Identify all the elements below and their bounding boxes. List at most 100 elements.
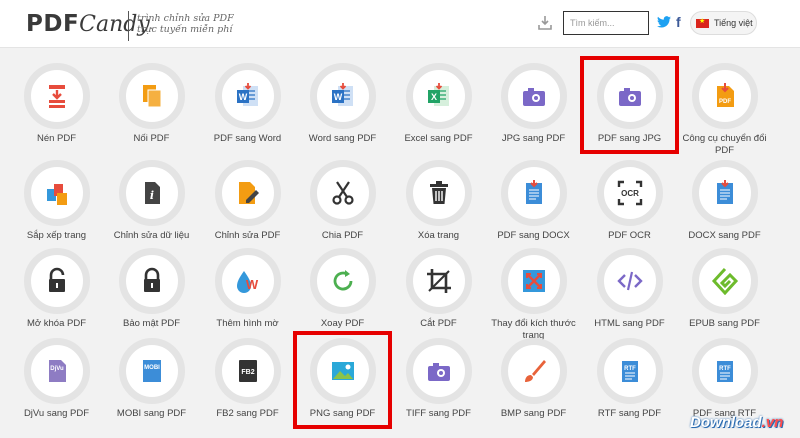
tool-label[interactable]: Công cụ chuyển đổi PDF [677,133,772,157]
tool-them-hinh-mo[interactable]: Thêm hình mờ [200,248,295,330]
tool-label[interactable]: Xóa trang [391,230,486,242]
tool-icon-circle[interactable] [118,63,185,129]
tool-chinh-sua-du-lieu[interactable]: Chỉnh sửa dữ liệu [104,160,199,242]
tool-icon-circle[interactable] [596,248,663,314]
tool-nen-pdf[interactable]: Nén PDF [9,63,104,145]
tool-icon-circle[interactable] [118,248,185,314]
tool-icon-circle[interactable] [500,338,567,404]
tool-label[interactable]: Excel sang PDF [391,133,486,145]
tool-icon-circle[interactable] [23,63,90,129]
tool-mobi-sang-pdf[interactable]: MOBI sang PDF [104,338,199,420]
tool-icon-circle[interactable] [500,160,567,226]
language-selector[interactable]: Tiếng việt [690,11,757,35]
pdfcandy-logo[interactable]: PDF Candy [26,9,150,41]
tool-label[interactable]: Nối PDF [104,133,199,145]
tool-icon-circle[interactable] [691,248,758,314]
logo-divider [128,11,129,41]
tool-label[interactable]: BMP sang PDF [486,408,581,420]
tool-icon-circle[interactable] [214,248,281,314]
tool-label[interactable]: PDF OCR [582,230,677,242]
tool-pdf-sang-docx[interactable]: PDF sang DOCX [486,160,581,242]
tool-xoay-pdf[interactable]: Xoay PDF [295,248,390,330]
download-icon[interactable] [537,15,553,31]
tool-icon-circle[interactable] [691,63,758,129]
tool-html-sang-pdf[interactable]: HTML sang PDF [582,248,677,330]
tool-icon-circle[interactable] [500,248,567,314]
tool-mo-khoa-pdf[interactable]: Mở khóa PDF [9,248,104,330]
tool-icon-circle[interactable] [405,338,472,404]
tool-icon-circle[interactable] [405,160,472,226]
tool-fb2-sang-pdf[interactable]: FB2 sang PDF [200,338,295,420]
tool-icon-circle[interactable] [118,338,185,404]
tool-label[interactable]: Xoay PDF [295,318,390,330]
tool-label[interactable]: Bảo mật PDF [104,318,199,330]
tool-icon-circle[interactable] [214,63,281,129]
facebook-icon[interactable]: f [676,14,681,30]
tool-pdf-ocr[interactable]: PDF OCR [582,160,677,242]
tool-bao-mat-pdf[interactable]: Bảo mật PDF [104,248,199,330]
tool-xoa-trang[interactable]: Xóa trang [391,160,486,242]
tool-label[interactable]: Thêm hình mờ [200,318,295,330]
tool-label[interactable]: Word sang PDF [295,133,390,145]
tool-icon-circle[interactable] [309,248,376,314]
tool-label[interactable]: Mở khóa PDF [9,318,104,330]
tool-label[interactable]: TIFF sang PDF [391,408,486,420]
tool-label[interactable]: Sắp xếp trang [9,230,104,242]
tool-djvu-sang-pdf[interactable]: DjVu sang PDF [9,338,104,420]
highlight-box [293,331,392,429]
tool-label[interactable]: HTML sang PDF [582,318,677,330]
tool-label[interactable]: Nén PDF [9,133,104,145]
tool-label[interactable]: Chỉnh sửa dữ liệu [104,230,199,242]
tool-icon-circle[interactable] [214,160,281,226]
tool-noi-pdf[interactable]: Nối PDF [104,63,199,145]
tool-icon-circle[interactable] [23,338,90,404]
tool-label[interactable]: EPUB sang PDF [677,318,772,330]
tool-icon-circle[interactable] [596,338,663,404]
tool-icon-circle[interactable] [405,248,472,314]
twitter-icon[interactable] [657,16,671,28]
tool-icon-circle[interactable] [214,338,281,404]
tool-label[interactable]: Cắt PDF [391,318,486,330]
tool-chia-pdf[interactable]: Chia PDF [295,160,390,242]
tool-icon-circle[interactable] [118,160,185,226]
tool-pdf-sang-rtf[interactable]: PDF sang RTF [677,338,772,420]
tool-icon-circle[interactable] [309,160,376,226]
tool-tiff-sang-pdf[interactable]: TIFF sang PDF [391,338,486,420]
tool-icon-circle[interactable] [405,63,472,129]
tagline-line1: trình chỉnh sửa PDF [137,13,234,24]
tool-icon-circle[interactable] [691,160,758,226]
tool-pdf-sang-word[interactable]: PDF sang Word [200,63,295,145]
tool-cat-pdf[interactable]: Cắt PDF [391,248,486,330]
tool-label[interactable]: JPG sang PDF [486,133,581,145]
search-input[interactable] [563,11,649,35]
tool-epub-sang-pdf[interactable]: EPUB sang PDF [677,248,772,330]
tool-rtf-sang-pdf[interactable]: RTF sang PDF [582,338,677,420]
tool-excel-sang-pdf[interactable]: Excel sang PDF [391,63,486,145]
tool-icon-circle[interactable] [309,63,376,129]
tool-word-sang-pdf[interactable]: Word sang PDF [295,63,390,145]
scissors-icon [329,179,357,207]
tool-jpg-sang-pdf[interactable]: JPG sang PDF [486,63,581,145]
tool-icon-circle[interactable] [23,248,90,314]
lock-icon [138,267,166,295]
tool-label[interactable]: PDF sang DOCX [486,230,581,242]
tool-label[interactable]: MOBI sang PDF [104,408,199,420]
tool-icon-circle[interactable] [691,338,758,404]
tool-label[interactable]: RTF sang PDF [582,408,677,420]
tool-label[interactable]: DjVu sang PDF [9,408,104,420]
tool-label[interactable]: DOCX sang PDF [677,230,772,242]
tool-icon-circle[interactable] [23,160,90,226]
tool-label[interactable]: PDF sang Word [200,133,295,145]
tool-thay-doi-kich-thuoc-trang[interactable]: Thay đổi kích thước trang [486,248,581,342]
fb2-icon [234,357,262,385]
tool-icon-circle[interactable] [596,160,663,226]
tool-label[interactable]: Chia PDF [295,230,390,242]
tool-cong-cu-chuyen-doi-pdf[interactable]: Công cụ chuyển đổi PDF [677,63,772,157]
tool-sap-xep-trang[interactable]: Sắp xếp trang [9,160,104,242]
tool-chinh-sua-pdf[interactable]: Chỉnh sửa PDF [200,160,295,242]
tool-icon-circle[interactable] [500,63,567,129]
tool-label[interactable]: Chỉnh sửa PDF [200,230,295,242]
tool-label[interactable]: FB2 sang PDF [200,408,295,420]
tool-bmp-sang-pdf[interactable]: BMP sang PDF [486,338,581,420]
tool-docx-sang-pdf[interactable]: DOCX sang PDF [677,160,772,242]
